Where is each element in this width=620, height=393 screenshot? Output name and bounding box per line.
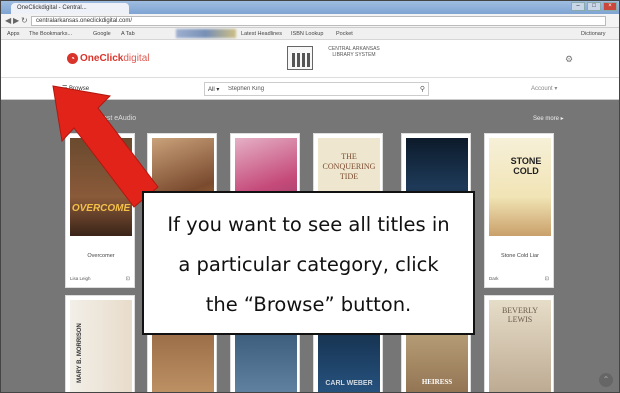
instruction-callout: If you want to see all titles in a parti… (142, 191, 475, 335)
scroll-top-icon[interactable]: ⌃ (599, 373, 613, 387)
callout-line: the “Browse” button. (205, 293, 412, 316)
callout-line: If you want to see all titles in (167, 213, 450, 236)
screenshot-frame: OneClickdigital - Central... – □ × ◀ ▶ ↻… (0, 0, 620, 393)
callout-line: a particular category, click (178, 253, 439, 276)
